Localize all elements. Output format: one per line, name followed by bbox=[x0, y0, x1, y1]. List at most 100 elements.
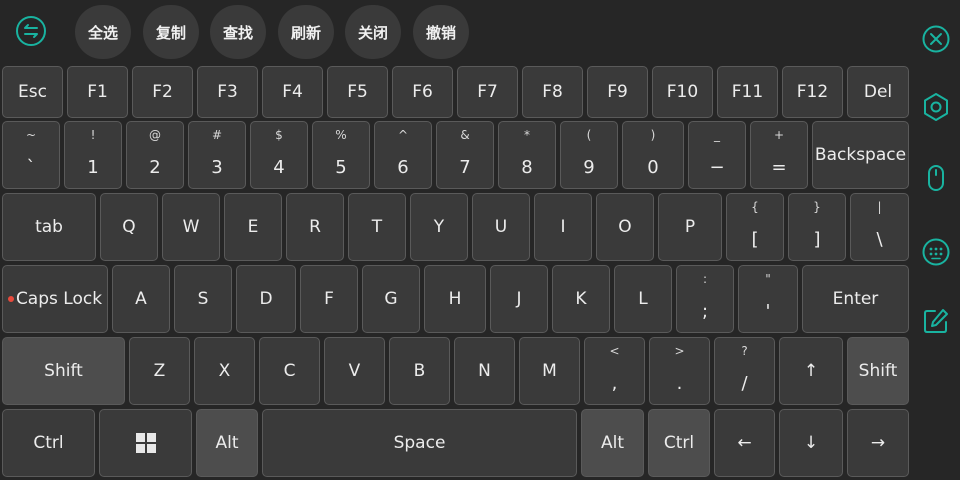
key-arrow-down[interactable]: ↓ bbox=[779, 409, 843, 477]
key-label: 6 bbox=[397, 157, 409, 178]
undo-button[interactable]: 撤销 bbox=[413, 5, 469, 59]
key-y[interactable]: Y bbox=[410, 193, 468, 261]
close-icon[interactable] bbox=[920, 23, 952, 55]
close-window-button[interactable]: 关闭 bbox=[345, 5, 401, 59]
key-windows[interactable] bbox=[99, 409, 192, 477]
mouse-icon[interactable] bbox=[920, 162, 952, 194]
key-label: 0 bbox=[647, 157, 659, 178]
find-button[interactable]: 查找 bbox=[210, 5, 266, 59]
key-right-shift[interactable]: Shift bbox=[847, 337, 909, 405]
key-label: Caps Lock bbox=[15, 289, 103, 309]
key-b[interactable]: B bbox=[389, 337, 450, 405]
key-k[interactable]: K bbox=[552, 265, 610, 333]
key-left-bracket[interactable]: {[ bbox=[726, 193, 784, 261]
key-right-alt[interactable]: Alt bbox=[581, 409, 644, 477]
key-j[interactable]: J bbox=[490, 265, 548, 333]
key-p[interactable]: P bbox=[658, 193, 722, 261]
key-m[interactable]: M bbox=[519, 337, 580, 405]
key-a[interactable]: A bbox=[112, 265, 170, 333]
key-label: ' bbox=[765, 301, 771, 322]
key-enter[interactable]: Enter bbox=[802, 265, 909, 333]
key-f8[interactable]: F8 bbox=[522, 66, 583, 118]
key-right-bracket[interactable]: }] bbox=[788, 193, 846, 261]
key-7[interactable]: & 7 bbox=[436, 121, 494, 189]
key-esc[interactable]: Esc bbox=[2, 66, 63, 118]
refresh-button[interactable]: 刷新 bbox=[278, 5, 334, 59]
key-f7[interactable]: F7 bbox=[457, 66, 518, 118]
key-f12[interactable]: F12 bbox=[782, 66, 843, 118]
key-4[interactable]: $4 bbox=[250, 121, 308, 189]
key-f4[interactable]: F4 bbox=[262, 66, 323, 118]
switch-icon[interactable] bbox=[14, 14, 48, 48]
key-f9[interactable]: F9 bbox=[587, 66, 648, 118]
key-f10[interactable]: F10 bbox=[652, 66, 713, 118]
key-left-shift[interactable]: Shift bbox=[2, 337, 125, 405]
key-semicolon[interactable]: :; bbox=[676, 265, 734, 333]
key-backtick[interactable]: ~ ` bbox=[2, 121, 60, 189]
key-period[interactable]: >. bbox=[649, 337, 710, 405]
select-all-button[interactable]: 全选 bbox=[75, 5, 131, 59]
key-f3[interactable]: F3 bbox=[197, 66, 258, 118]
key-n[interactable]: N bbox=[454, 337, 515, 405]
key-h[interactable]: H bbox=[424, 265, 486, 333]
key-f6[interactable]: F6 bbox=[392, 66, 453, 118]
key-backspace[interactable]: Backspace bbox=[812, 121, 909, 189]
key-v[interactable]: V bbox=[324, 337, 385, 405]
key-t[interactable]: T bbox=[348, 193, 406, 261]
key-shift-label: @ bbox=[149, 128, 161, 142]
key-comma[interactable]: <, bbox=[584, 337, 645, 405]
key-shift-label: ) bbox=[650, 128, 656, 142]
key-9[interactable]: (9 bbox=[560, 121, 618, 189]
key-q[interactable]: Q bbox=[100, 193, 158, 261]
key-w[interactable]: W bbox=[162, 193, 220, 261]
keypad-icon[interactable] bbox=[920, 236, 952, 268]
key-f5[interactable]: F5 bbox=[327, 66, 388, 118]
key-i[interactable]: I bbox=[534, 193, 592, 261]
key-arrow-right[interactable]: → bbox=[847, 409, 909, 477]
settings-gear-icon[interactable] bbox=[920, 91, 952, 123]
key-2[interactable]: @2 bbox=[126, 121, 184, 189]
key-minus[interactable]: _ − bbox=[688, 121, 746, 189]
key-e[interactable]: E bbox=[224, 193, 282, 261]
key-backslash[interactable]: | \ bbox=[850, 193, 909, 261]
key-caps-lock[interactable]: Caps Lock bbox=[2, 265, 108, 333]
key-g[interactable]: G bbox=[362, 265, 420, 333]
key-f[interactable]: F bbox=[300, 265, 358, 333]
key-d[interactable]: D bbox=[236, 265, 296, 333]
edit-icon[interactable] bbox=[920, 305, 952, 337]
key-shift-label: & bbox=[460, 128, 470, 142]
key-x[interactable]: X bbox=[194, 337, 255, 405]
key-equals[interactable]: + = bbox=[750, 121, 808, 189]
key-3[interactable]: #3 bbox=[188, 121, 246, 189]
key-slash[interactable]: ? / bbox=[714, 337, 775, 405]
key-f2[interactable]: F2 bbox=[132, 66, 193, 118]
key-label: 5 bbox=[335, 157, 347, 178]
copy-button[interactable]: 复制 bbox=[143, 5, 199, 59]
key-delete[interactable]: Del bbox=[847, 66, 909, 118]
key-space[interactable]: Space bbox=[262, 409, 577, 477]
key-shift-label: ( bbox=[586, 128, 592, 142]
key-u[interactable]: U bbox=[472, 193, 530, 261]
key-left-ctrl[interactable]: Ctrl bbox=[2, 409, 95, 477]
key-label: 8 bbox=[521, 157, 533, 178]
key-f1[interactable]: F1 bbox=[67, 66, 128, 118]
key-tab[interactable]: tab bbox=[2, 193, 96, 261]
key-6[interactable]: ^ 6 bbox=[374, 121, 432, 189]
key-right-ctrl[interactable]: Ctrl bbox=[648, 409, 710, 477]
key-1[interactable]: ! 1 bbox=[64, 121, 122, 189]
key-0[interactable]: ) 0 bbox=[622, 121, 684, 189]
key-left-alt[interactable]: Alt bbox=[196, 409, 258, 477]
key-c[interactable]: C bbox=[259, 337, 320, 405]
key-f11[interactable]: F11 bbox=[717, 66, 778, 118]
key-r[interactable]: R bbox=[286, 193, 344, 261]
key-s[interactable]: S bbox=[174, 265, 232, 333]
key-arrow-up[interactable]: ↑ bbox=[779, 337, 843, 405]
key-label: 7 bbox=[459, 157, 471, 178]
key-arrow-left[interactable]: ← bbox=[714, 409, 775, 477]
key-5[interactable]: % 5 bbox=[312, 121, 370, 189]
key-l[interactable]: L bbox=[614, 265, 672, 333]
key-o[interactable]: O bbox=[596, 193, 654, 261]
key-z[interactable]: Z bbox=[129, 337, 190, 405]
key-8[interactable]: * 8 bbox=[498, 121, 556, 189]
key-quote[interactable]: " ' bbox=[738, 265, 798, 333]
